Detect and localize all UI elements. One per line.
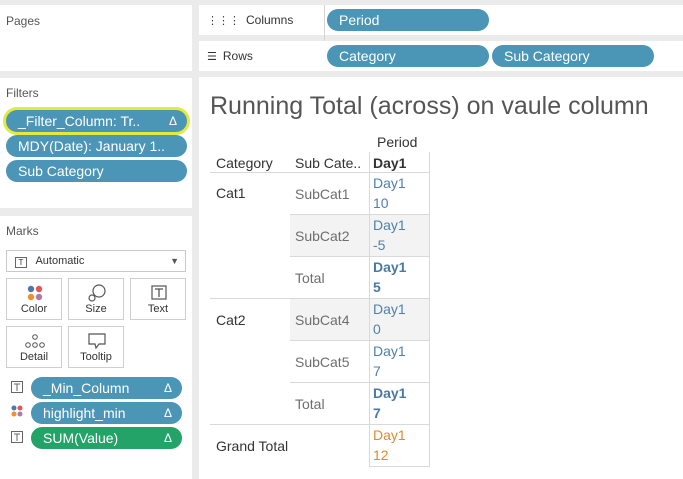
- cell-subcat1[interactable]: Day1 10: [373, 173, 406, 213]
- text-button[interactable]: Text: [130, 278, 186, 320]
- cell-grand-total[interactable]: Day1 12: [373, 425, 406, 465]
- marks-field-label: highlight_min: [43, 405, 126, 421]
- delta-icon: Δ: [163, 431, 172, 445]
- mark-type-dropdown[interactable]: T Automatic ▼: [6, 250, 186, 272]
- grid-line: [290, 340, 430, 341]
- detail-icon: [25, 334, 45, 348]
- column-header-day1: Day1: [373, 155, 407, 171]
- text-field-icon: [11, 381, 23, 396]
- filter-pill-label: Sub Category: [18, 163, 104, 179]
- marks-label: Marks: [6, 224, 39, 238]
- cell-subcat2[interactable]: Day1 -5: [373, 215, 406, 255]
- view-title: Running Total (across) on vaule column: [210, 92, 649, 120]
- delta-icon: Δ: [163, 406, 172, 420]
- grid-line: [369, 466, 430, 467]
- cell-total-cat2[interactable]: Day1 7: [373, 383, 406, 423]
- subcat-total-cat2: Total: [295, 396, 325, 412]
- marks-field-sum-value[interactable]: SUM(Value) Δ: [31, 427, 182, 449]
- grand-total-label: Grand Total: [216, 438, 289, 454]
- filter-pill-label: MDY(Date): January 1..: [18, 138, 166, 154]
- rows-icon: ☰: [207, 50, 217, 63]
- marks-field-highlight-min[interactable]: highlight_min Δ: [31, 402, 182, 424]
- row-header-sub-category: Sub Cate..: [295, 155, 362, 171]
- text-field-icon: [11, 431, 23, 446]
- delta-icon: Δ: [168, 114, 177, 128]
- color-button[interactable]: Color: [6, 278, 62, 320]
- category-cat1: Cat1: [216, 185, 246, 201]
- pages-card[interactable]: Pages: [0, 5, 192, 71]
- chevron-down-icon: ▼: [170, 256, 179, 266]
- category-cat2: Cat2: [216, 312, 246, 328]
- grid-line: [429, 152, 430, 466]
- columns-pill-period[interactable]: Period: [327, 9, 489, 31]
- cell-subcat4[interactable]: Day1 0: [373, 299, 406, 339]
- size-button-label: Size: [85, 303, 107, 315]
- color-icon: [27, 285, 43, 301]
- columns-icon: ⋮⋮⋮: [207, 14, 240, 27]
- cell-subcat5[interactable]: Day1 7: [373, 341, 406, 381]
- tooltip-button-label: Tooltip: [80, 351, 112, 363]
- filters-label: Filters: [6, 86, 39, 100]
- detail-button[interactable]: Detail: [6, 326, 62, 368]
- text-button-label: Text: [147, 303, 169, 315]
- rows-pill-sub-category[interactable]: Sub Category: [492, 45, 654, 67]
- view-canvas[interactable]: [199, 77, 683, 479]
- rows-shelf-label: ☰ Rows: [207, 49, 253, 63]
- grid-line: [290, 256, 430, 257]
- column-group-header: Period: [377, 134, 418, 150]
- grid-line: [290, 214, 430, 215]
- filter-pill-mdy-date[interactable]: MDY(Date): January 1..: [6, 135, 187, 157]
- marks-field-label: _Min_Column: [43, 380, 130, 396]
- grid-line: [369, 152, 370, 466]
- marks-field-min-column[interactable]: _Min_Column Δ: [31, 377, 182, 399]
- cell-total-cat1[interactable]: Day1 5: [373, 257, 406, 297]
- marks-field-label: SUM(Value): [43, 430, 119, 446]
- filter-pill-sub-category[interactable]: Sub Category: [6, 160, 187, 182]
- columns-shelf-label: ⋮⋮⋮ Columns: [207, 13, 294, 27]
- pages-label: Pages: [6, 14, 41, 28]
- tooltip-button[interactable]: Tooltip: [68, 326, 124, 368]
- mark-type-label: Automatic: [35, 255, 85, 267]
- subcat-subcat2: SubCat2: [295, 228, 350, 244]
- detail-button-label: Detail: [19, 351, 49, 363]
- subcat-subcat1: SubCat1: [295, 186, 350, 202]
- subcat-subcat4: SubCat4: [295, 312, 350, 328]
- filter-pill-filter-column[interactable]: _Filter_Column: Tr.. Δ: [6, 110, 187, 132]
- row-header-category: Category: [216, 155, 273, 171]
- text-icon: [151, 285, 167, 300]
- rows-pill-category[interactable]: Category: [327, 45, 489, 67]
- delta-icon: Δ: [163, 381, 172, 395]
- size-button[interactable]: Size: [68, 278, 124, 320]
- text-mark-icon: T: [15, 257, 27, 268]
- size-icon: [88, 284, 106, 302]
- color-button-label: Color: [20, 303, 48, 315]
- color-field-icon: [11, 405, 23, 420]
- subcat-total-cat1: Total: [295, 270, 325, 286]
- grid-line: [290, 382, 430, 383]
- filters-card[interactable]: Filters _Filter_Column: Tr.. Δ MDY(Date)…: [0, 78, 192, 208]
- subcat-subcat5: SubCat5: [295, 354, 350, 370]
- tooltip-icon: [88, 333, 106, 350]
- filter-pill-label: _Filter_Column: Tr..: [18, 113, 141, 129]
